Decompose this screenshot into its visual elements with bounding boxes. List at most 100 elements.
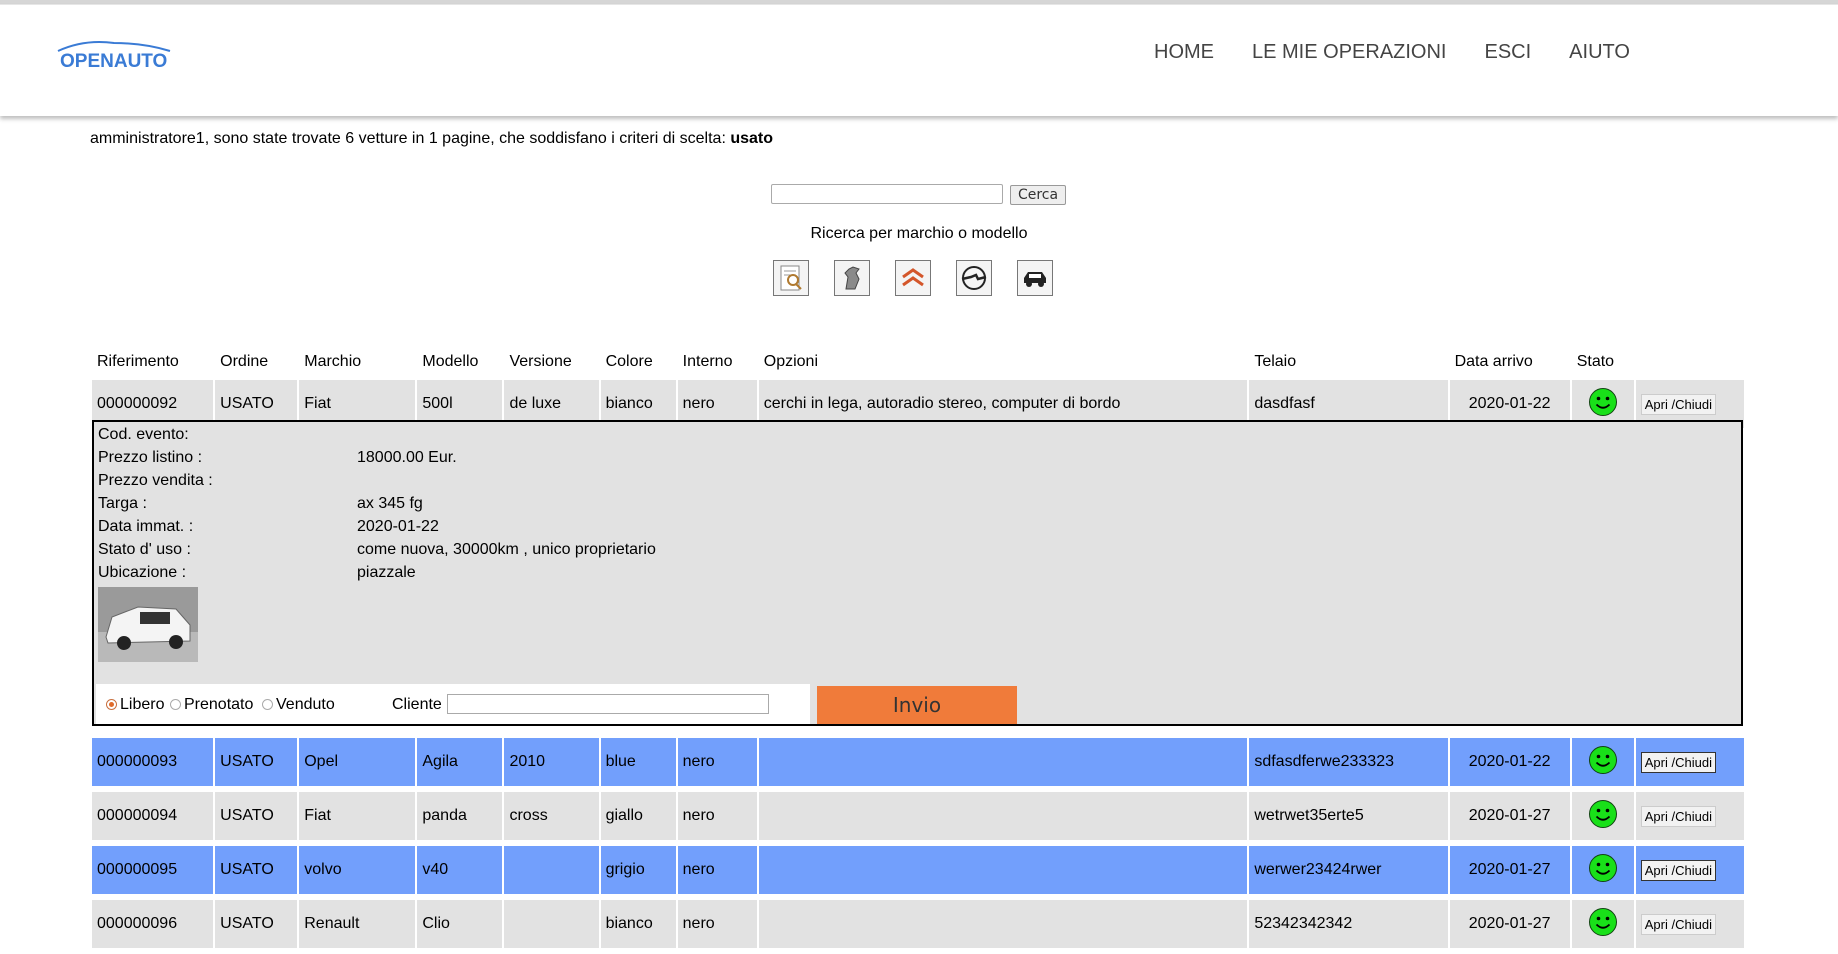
cell-ordine: USATO xyxy=(215,792,300,840)
radio-libero[interactable]: Libero xyxy=(106,696,164,714)
table-row: 000000093 USATO Opel Agila 2010 blue nero sdfas… xyxy=(92,738,1746,786)
summary-text: amministratore1, sono state trovate 6 ve… xyxy=(90,130,731,147)
main-nav: HOME LE MIE OPERAZIONI ESCI AIUTO xyxy=(1154,41,1668,64)
cell-ordine: USATO xyxy=(215,738,300,786)
cell-colore: giallo xyxy=(600,792,678,840)
apri-chiudi-button[interactable]: Apri /Chiudi xyxy=(1640,393,1716,415)
cell-riferimento: 000000096 xyxy=(92,900,216,948)
cell-stato xyxy=(1571,738,1636,786)
search-input[interactable] xyxy=(771,184,1003,204)
cell-opzioni xyxy=(758,846,1250,894)
cell-opzioni xyxy=(758,900,1250,948)
radio-prenotato-label: Prenotato xyxy=(184,696,254,713)
radio-venduto-indicator[interactable] xyxy=(262,699,273,711)
col-versione: Versione xyxy=(509,353,572,370)
col-azioni xyxy=(1636,346,1746,374)
col-data-arrivo: Data arrivo xyxy=(1454,353,1533,370)
results-summary: amministratore1, sono state trovate 6 ve… xyxy=(90,130,773,148)
search-caption: Ricerca per marchio o modello xyxy=(810,225,1028,242)
cell-opzioni xyxy=(758,792,1250,840)
radio-libero-indicator[interactable] xyxy=(106,699,117,711)
detail-label: Targa : xyxy=(98,495,147,512)
detail-label: Stato d' uso : xyxy=(98,541,191,558)
radio-prenotato-indicator[interactable] xyxy=(170,699,181,711)
cell-azioni: Apri /Chiudi xyxy=(1635,846,1746,894)
green-smiley-icon xyxy=(1588,745,1617,774)
cell-riferimento: 000000095 xyxy=(92,846,216,894)
peugeot-logo-icon[interactable] xyxy=(834,260,870,296)
cell-interno: nero xyxy=(677,846,759,894)
cell-modello: v40 xyxy=(417,846,505,894)
cell-modello: Agila xyxy=(417,738,505,786)
green-smiley-icon xyxy=(1588,853,1617,882)
detail-value: piazzale xyxy=(357,564,416,581)
site-header: OPENAUTO HOME LE MIE OPERAZIONI ESCI AIU… xyxy=(0,4,1838,116)
green-smiley-icon xyxy=(1588,387,1617,416)
table-row: 000000096 USATO Renault Clio bianco nero 52342… xyxy=(92,900,1746,948)
detail-value: 18000.00 Eur. xyxy=(357,449,457,466)
cell-riferimento: 000000094 xyxy=(92,792,216,840)
table-row: 000000095 USATO volvo v40 grigio nero werwer23… xyxy=(92,846,1746,894)
nav-le-mie-operazioni[interactable]: LE MIE OPERAZIONI xyxy=(1252,41,1446,64)
cell-telaio: 52342342342 xyxy=(1249,900,1450,948)
cell-azioni: Apri /Chiudi xyxy=(1635,792,1746,840)
cell-versione: cross xyxy=(504,792,601,840)
cell-colore: blue xyxy=(600,738,678,786)
detail-label: Ubicazione : xyxy=(98,564,187,581)
citroen-logo-icon[interactable] xyxy=(895,260,931,296)
col-telaio: Telaio xyxy=(1254,353,1297,370)
table-row: 000000094 USATO Fiat panda cross giallo nero we… xyxy=(92,792,1746,840)
cell-telaio: sdfasdferwe233323 xyxy=(1249,738,1450,786)
cliente-label: Cliente xyxy=(392,696,442,713)
search-list-icon[interactable] xyxy=(773,260,809,296)
apri-chiudi-button[interactable]: Apri /Chiudi xyxy=(1640,751,1716,773)
cell-stato xyxy=(1571,846,1636,894)
cell-versione: 2010 xyxy=(504,738,601,786)
cell-marchio: Opel xyxy=(299,738,418,786)
detail-value: come nuova, 30000km , unico proprietario xyxy=(357,541,656,558)
search-button[interactable]: Cerca xyxy=(1010,185,1066,205)
cell-data-arrivo: 2020-01-27 xyxy=(1449,900,1572,948)
col-interno: Interno xyxy=(682,353,733,370)
nav-aiuto[interactable]: AIUTO xyxy=(1569,41,1630,64)
cell-marchio: volvo xyxy=(299,846,418,894)
radio-venduto[interactable]: Venduto xyxy=(262,696,335,714)
radio-libero-label: Libero xyxy=(120,696,165,713)
apri-chiudi-button[interactable]: Apri /Chiudi xyxy=(1640,913,1716,935)
col-stato: Stato xyxy=(1576,353,1615,370)
detail-value: ax 345 fg xyxy=(357,495,423,512)
cell-interno: nero xyxy=(677,900,759,948)
cell-azioni: Apri /Chiudi xyxy=(1635,738,1746,786)
radio-venduto-label: Venduto xyxy=(276,696,335,713)
col-modello: Modello xyxy=(422,353,479,370)
cliente-input[interactable] xyxy=(447,694,769,714)
cell-data-arrivo: 2020-01-27 xyxy=(1449,792,1572,840)
vehicle-detail-panel: Cod. evento: Prezzo listino : 18000.00 Eur… xyxy=(92,420,1743,726)
invio-button[interactable]: Invio xyxy=(817,686,1017,724)
vehicle-photo[interactable] xyxy=(98,587,198,662)
cell-modello: Clio xyxy=(417,900,505,948)
cell-telaio: wetrwet35erte5 xyxy=(1249,792,1450,840)
cell-modello: panda xyxy=(417,792,505,840)
nav-home[interactable]: HOME xyxy=(1154,41,1214,64)
summary-criteria: usato xyxy=(730,130,773,147)
cell-colore: grigio xyxy=(600,846,678,894)
col-marchio: Marchio xyxy=(304,353,362,370)
nav-esci[interactable]: ESCI xyxy=(1484,41,1531,64)
cell-stato xyxy=(1571,900,1636,948)
apri-chiudi-button[interactable]: Apri /Chiudi xyxy=(1640,859,1716,881)
opel-logo-icon[interactable] xyxy=(956,260,992,296)
openauto-logo[interactable]: OPENAUTO xyxy=(54,37,174,73)
col-opzioni: Opzioni xyxy=(763,353,818,370)
cell-colore: bianco xyxy=(600,900,678,948)
apri-chiudi-button[interactable]: Apri /Chiudi xyxy=(1640,805,1716,827)
col-ordine: Ordine xyxy=(220,353,269,370)
cell-opzioni xyxy=(758,738,1250,786)
table-header: Riferimento Ordine Marchio Modello Versi… xyxy=(92,346,1746,374)
cell-telaio: werwer23424rwer xyxy=(1249,846,1450,894)
cell-stato xyxy=(1571,792,1636,840)
cell-marchio: Renault xyxy=(299,900,418,948)
car-icon[interactable] xyxy=(1017,260,1053,296)
radio-prenotato[interactable]: Prenotato xyxy=(170,696,253,714)
cell-ordine: USATO xyxy=(215,900,300,948)
